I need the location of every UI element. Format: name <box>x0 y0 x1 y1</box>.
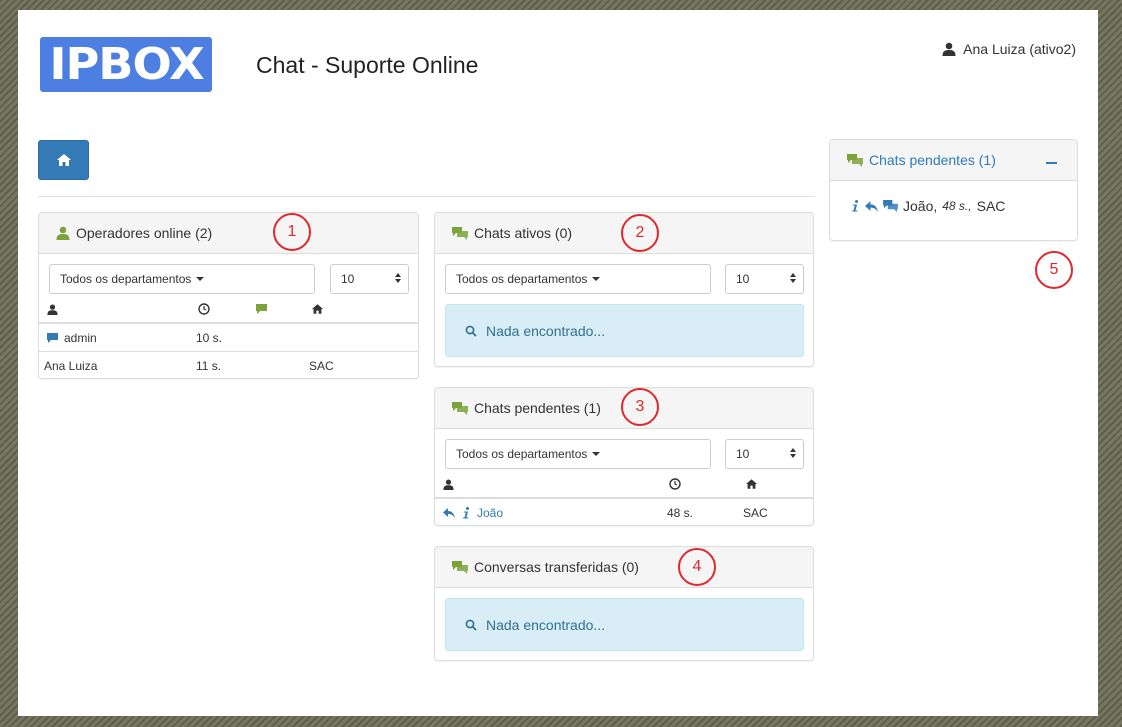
annotation-1: 1 <box>273 213 311 251</box>
department-select[interactable]: Todos os departamentos <box>49 264 315 294</box>
table-header <box>435 471 813 499</box>
transferred-title: Conversas transferidas (0) <box>474 559 639 575</box>
info-icon[interactable] <box>461 507 471 519</box>
transferred-panel: Conversas transferidas (0) Nada encontra… <box>434 546 814 661</box>
spinner-arrows-icon <box>395 273 401 283</box>
chat-blue-icon <box>47 332 58 343</box>
side-pending-title: Chats pendentes (1) <box>869 152 996 168</box>
ipbox-logo: IPBOX <box>40 37 212 92</box>
chats-icon <box>452 560 468 574</box>
table-row[interactable]: João 48 s. SAC <box>435 499 813 527</box>
user-green-icon <box>56 226 70 240</box>
active-chats-title: Chats ativos (0) <box>474 225 573 241</box>
page-title: Chat - Suporte Online <box>256 52 479 78</box>
side-pending-heading[interactable]: Chats pendentes (1) <box>830 140 1077 181</box>
annotation-5: 5 <box>1035 251 1073 289</box>
divider <box>38 196 815 197</box>
annotation-4: 4 <box>678 548 716 586</box>
clock-icon <box>198 303 210 315</box>
caret-down-icon <box>592 277 601 281</box>
reply-icon[interactable] <box>443 508 455 518</box>
chats-icon <box>847 153 863 167</box>
page-size-select[interactable]: 10 <box>725 264 804 294</box>
table-header <box>39 296 418 324</box>
reply-icon[interactable] <box>865 200 878 212</box>
search-icon <box>465 619 477 631</box>
user-name: Ana Luiza (ativo2) <box>963 41 1076 57</box>
user-col-icon <box>443 479 454 490</box>
side-pending-entry[interactable]: João, 48 s., SAC <box>850 198 1005 214</box>
home-icon <box>56 154 71 166</box>
department-select[interactable]: Todos os departamentos <box>445 439 711 469</box>
home-button[interactable] <box>38 140 89 180</box>
page: IPBOX Chat - Suporte Online Ana Luiza (a… <box>18 10 1098 716</box>
operators-panel-heading: Operadores online (2) <box>39 213 418 254</box>
table-row[interactable]: Ana Luiza 11 s. SAC <box>39 352 418 380</box>
pending-chat-link[interactable]: João <box>477 506 503 520</box>
user-col-icon <box>47 304 58 315</box>
caret-down-icon <box>196 277 205 281</box>
empty-alert: Nada encontrado... <box>445 304 804 357</box>
operators-panel-title: Operadores online (2) <box>76 225 213 241</box>
table-row[interactable]: admin 10 s. <box>39 324 418 352</box>
caret-down-icon <box>592 452 601 456</box>
clock-icon <box>669 478 681 490</box>
department-select[interactable]: Todos os departamentos <box>445 264 711 294</box>
chats-icon <box>452 401 468 415</box>
side-pending-panel: Chats pendentes (1) João, 48 s., SAC <box>829 139 1078 241</box>
spinner-arrows-icon <box>790 273 796 283</box>
transferred-panel-heading: Conversas transferidas (0) <box>435 547 813 588</box>
chat-col-icon <box>256 304 267 314</box>
pending-chats-title: Chats pendentes (1) <box>474 400 601 416</box>
user-menu[interactable]: Ana Luiza (ativo2) <box>942 41 1076 57</box>
page-size-select[interactable]: 10 <box>330 264 409 294</box>
home-col-icon <box>312 304 323 314</box>
collapse-icon[interactable] <box>1046 162 1057 164</box>
empty-alert: Nada encontrado... <box>445 598 804 651</box>
operators-panel: Operadores online (2) Todos os departame… <box>38 212 419 379</box>
annotation-2: 2 <box>621 214 659 252</box>
spinner-arrows-icon <box>790 448 796 458</box>
chats-icon <box>452 226 468 240</box>
chats-blue-icon[interactable] <box>883 200 898 212</box>
search-icon <box>465 325 477 337</box>
info-icon[interactable] <box>850 199 860 213</box>
home-col-icon <box>746 479 757 489</box>
page-size-select[interactable]: 10 <box>725 439 804 469</box>
user-icon <box>942 42 956 56</box>
annotation-3: 3 <box>621 388 659 426</box>
